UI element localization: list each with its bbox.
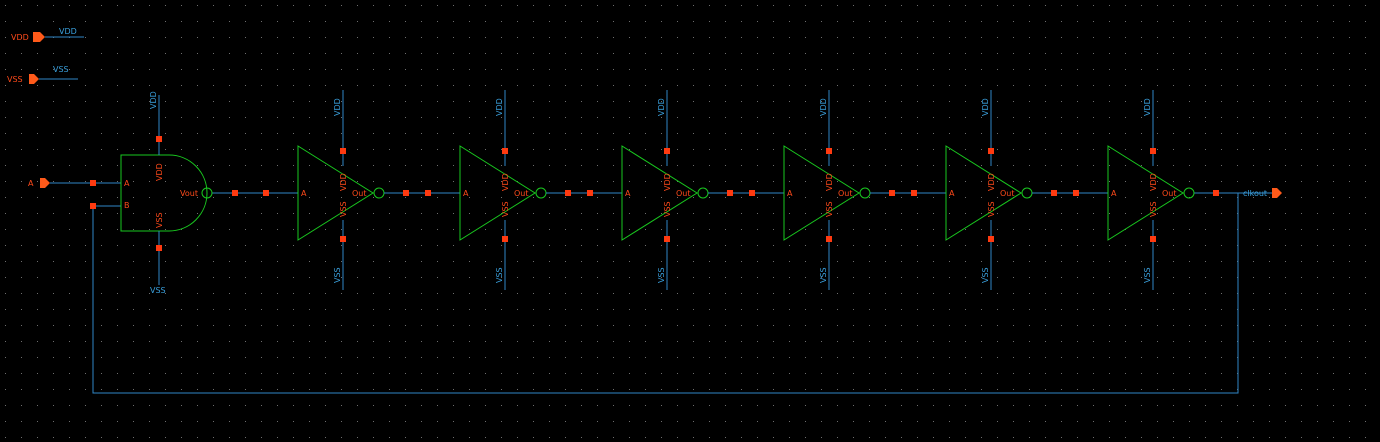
nand-net-vss-label: VSS [150, 286, 166, 295]
nand-pin-vss[interactable] [156, 245, 162, 251]
inverter-pin-vss[interactable] [664, 236, 670, 242]
inverter-pin-in-next[interactable] [1073, 190, 1079, 196]
schematic-canvas[interactable]: VDD VDD VSS VSS A A B Vout VDD VSS VDD V… [0, 0, 1380, 442]
inverter-pin-in-label: A [301, 189, 307, 198]
inverter-pin-out-label: Out [352, 189, 367, 198]
inverter-net-vdd-label: VDD [1143, 98, 1152, 116]
nand-pin-vss-label: VSS [155, 212, 164, 228]
inverter-pin-in-label: A [787, 189, 793, 198]
vdd-pin-label: VDD [11, 33, 29, 42]
inverter-pin-in-label: A [949, 189, 955, 198]
inverter-pin-vss-label: VSS [339, 201, 348, 217]
nand-pin-a[interactable] [90, 180, 96, 186]
input-port-label: A [28, 179, 34, 188]
inverter-pin-vss-label: VSS [825, 201, 834, 217]
inverter-pin-vss[interactable] [988, 236, 994, 242]
inverter-pin-vss-label: VSS [987, 201, 996, 217]
inverter-pin-out-label: Out [676, 189, 691, 198]
inverter-net-vss-label: VSS [657, 267, 666, 283]
nand-pin-out-wire[interactable] [263, 190, 269, 196]
nand-pin-b-label: B [124, 201, 130, 210]
inverter-net-vss-label: VSS [1143, 267, 1152, 283]
inverter-pin-out[interactable] [889, 190, 895, 196]
inverter-pin-in-next[interactable] [587, 190, 593, 196]
inverter-pin-in-label: A [625, 189, 631, 198]
inverter-pin-vdd[interactable] [988, 148, 994, 154]
inverter-pin-vdd[interactable] [826, 148, 832, 154]
nand-pin-out-label: Vout [180, 189, 198, 198]
inverter-pin-vss-label: VSS [1149, 201, 1158, 217]
inverter-pin-out-label: Out [838, 189, 853, 198]
inverter-net-vdd-label: VDD [495, 98, 504, 116]
inverter-pin-out[interactable] [727, 190, 733, 196]
nand-net-vdd-label: VDD [149, 91, 158, 109]
inverter-pin-out-label: Out [1000, 189, 1015, 198]
inverter-pin-vdd-label: VDD [339, 173, 348, 191]
inverter-pin-in-next[interactable] [911, 190, 917, 196]
grid-background [0, 0, 1380, 442]
inverter-pin-vss[interactable] [826, 236, 832, 242]
nand-pin-vdd-label: VDD [155, 163, 164, 181]
inverter-pin-out-label: Out [1162, 189, 1177, 198]
inverter-pin-vss-label: VSS [501, 201, 510, 217]
output-port-label: clkout [1243, 189, 1267, 198]
inverter-net-vss-label: VSS [981, 267, 990, 283]
inverter-pin-vdd-label: VDD [987, 173, 996, 191]
vss-pin-label: VSS [7, 75, 23, 84]
inverter-net-vdd-label: VDD [657, 98, 666, 116]
nand-pin-b[interactable] [90, 203, 96, 209]
inverter-pin-vdd[interactable] [340, 148, 346, 154]
vss-net-label: VSS [53, 65, 69, 74]
inverter-net-vss-label: VSS [495, 267, 504, 283]
inverter-pin-vdd[interactable] [664, 148, 670, 154]
inverter-pin-out[interactable] [403, 190, 409, 196]
inverter-net-vdd-label: VDD [333, 98, 342, 116]
inverter-net-vdd-label: VDD [981, 98, 990, 116]
inverter-pin-vdd[interactable] [1150, 148, 1156, 154]
inverter-pin-out[interactable] [565, 190, 571, 196]
inverter-pin-in-next[interactable] [749, 190, 755, 196]
inverter-pin-in-label: A [1111, 189, 1117, 198]
inverter-pin-out[interactable] [1051, 190, 1057, 196]
inverter-pin-vdd-label: VDD [501, 173, 510, 191]
inverter-pin-vss[interactable] [340, 236, 346, 242]
inverter-pin-out-label: Out [514, 189, 529, 198]
clkout-wire-pin[interactable] [1213, 190, 1219, 196]
inverter-pin-vss-label: VSS [663, 201, 672, 217]
inverter-net-vss-label: VSS [333, 267, 342, 283]
inverter-pin-in-next[interactable] [425, 190, 431, 196]
inverter-net-vss-label: VSS [819, 267, 828, 283]
nand-pin-out[interactable] [232, 190, 238, 196]
inverter-pin-vss[interactable] [502, 236, 508, 242]
vdd-net-label: VDD [59, 27, 77, 36]
inverter-pin-vdd[interactable] [502, 148, 508, 154]
inverter-pin-vdd-label: VDD [825, 173, 834, 191]
nand-pin-vdd[interactable] [156, 136, 162, 142]
inverter-pin-in-label: A [463, 189, 469, 198]
inverter-pin-vdd-label: VDD [1149, 173, 1158, 191]
nand-pin-a-label: A [124, 179, 130, 188]
inverter-pin-vdd-label: VDD [663, 173, 672, 191]
inverter-net-vdd-label: VDD [819, 98, 828, 116]
inverter-pin-vss[interactable] [1150, 236, 1156, 242]
